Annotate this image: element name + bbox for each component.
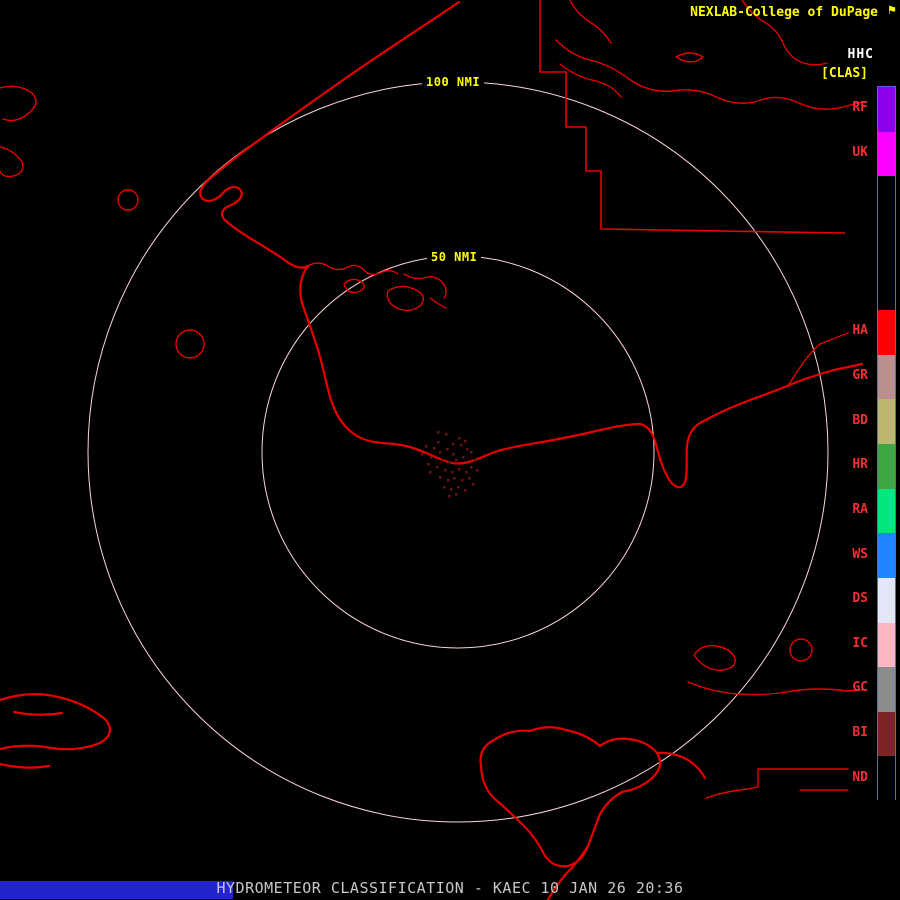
coastline-northwest-arc [200, 2, 459, 268]
legend-segment-ND [878, 756, 895, 801]
legend-label-BD: BD [820, 414, 868, 428]
legend-segment-DS [878, 578, 895, 623]
echo-pixel [429, 471, 432, 474]
legend-segment-GR [878, 355, 895, 400]
echo-pixel [448, 461, 451, 464]
legend-segment-IC [878, 623, 895, 668]
east-peninsula [640, 423, 700, 487]
echo-pixel [452, 453, 455, 456]
echo-pixel [450, 488, 453, 491]
echo-pixel [444, 469, 447, 472]
echo-pixel [472, 483, 475, 486]
echo-pixel [468, 477, 471, 480]
echo-pixel [447, 479, 450, 482]
legend-label-BI: BI [820, 726, 868, 740]
zone-boundary-steps [540, 0, 845, 233]
product-code: HHC [848, 47, 874, 62]
outer-range-ring [88, 82, 828, 822]
radar-display: 100 NMI 50 NMI NEXLAB-College of DuPage … [0, 0, 900, 900]
echo-pixel [451, 471, 454, 474]
legend-label-HA: HA [820, 324, 868, 338]
echo-pixel [433, 447, 436, 450]
echo-pixel [462, 456, 465, 459]
radar-echoes [421, 431, 479, 498]
inner-range-ring [262, 256, 654, 648]
echo-pixel [441, 459, 444, 462]
echo-pixel [437, 431, 440, 434]
legend-label-DS: DS [820, 592, 868, 606]
island-ring-small [118, 190, 138, 210]
legend-label-HR: HR [820, 458, 868, 472]
legend-label-WS: WS [820, 548, 868, 562]
echo-pixel [474, 459, 477, 462]
legend-label-GR: GR [820, 369, 868, 383]
echo-pixel [437, 441, 440, 444]
echo-pixel [470, 466, 473, 469]
legend-segment-RF [878, 87, 895, 132]
legend-label-UK: UK [820, 146, 868, 160]
echo-pixel [436, 466, 439, 469]
legend-label-RA: RA [820, 503, 868, 517]
echo-pixel [446, 448, 449, 451]
echo-pixel [439, 476, 442, 479]
legend-segment-RA [878, 489, 895, 534]
legend-color-bar [877, 86, 896, 800]
island-ring-large [176, 330, 204, 358]
outer-ring-label: 100 NMI [422, 74, 484, 90]
echo-pixel [470, 451, 473, 454]
south-coastline [300, 266, 640, 464]
map-canvas [0, 0, 900, 900]
echo-pixel [464, 489, 467, 492]
site-title: NEXLAB-College of DuPage [690, 5, 878, 20]
legend-segment-HA [878, 310, 895, 355]
echo-pixel [465, 471, 468, 474]
legend-label-ND: ND [820, 771, 868, 785]
estuary-detail [308, 263, 446, 310]
west-islands [0, 86, 36, 176]
legend-segment-gap [878, 266, 895, 311]
legend-segment-UK [878, 132, 895, 177]
echo-pixel [464, 440, 467, 443]
echo-pixel [421, 453, 424, 456]
legend-segment-gap [878, 176, 895, 221]
echo-pixel [476, 469, 479, 472]
southwest-islands [0, 694, 110, 767]
map-outlines [0, 0, 862, 900]
echo-pixel [460, 444, 463, 447]
legend-segment-WS [878, 533, 895, 578]
echo-pixel [443, 486, 446, 489]
echo-pixel [448, 495, 451, 498]
legend-segment-BI [878, 712, 895, 757]
echo-pixel [453, 477, 456, 480]
legend-segment-BD [878, 399, 895, 444]
echo-pixel [455, 459, 458, 462]
product-tag: [CLAS] [821, 66, 868, 81]
echo-pixel [425, 445, 428, 448]
legend-label-GC: GC [820, 681, 868, 695]
inner-ring-label: 50 NMI [427, 249, 481, 265]
legend-segment-gap [878, 221, 895, 266]
legend-label-IC: IC [820, 637, 868, 651]
lake-ring [790, 639, 812, 661]
echo-pixel [427, 463, 430, 466]
echo-pixel [458, 437, 461, 440]
echo-pixel [457, 486, 460, 489]
echo-pixel [430, 456, 433, 459]
echo-pixel [461, 479, 464, 482]
range-rings [88, 82, 828, 822]
legend-label-RF: RF [820, 101, 868, 115]
echo-pixel [445, 433, 448, 436]
echo-pixel [458, 468, 461, 471]
status-text: HYDROMETEOR CLASSIFICATION - KAEC 10 JAN… [0, 879, 900, 897]
echo-pixel [466, 448, 469, 451]
echo-pixel [452, 443, 455, 446]
echo-pixel [455, 493, 458, 496]
legend-segment-HR [878, 444, 895, 489]
south-island [481, 727, 705, 900]
echo-pixel [439, 451, 442, 454]
cod-logo-icon: ⚑ [888, 3, 896, 18]
legend-segment-GC [878, 667, 895, 712]
